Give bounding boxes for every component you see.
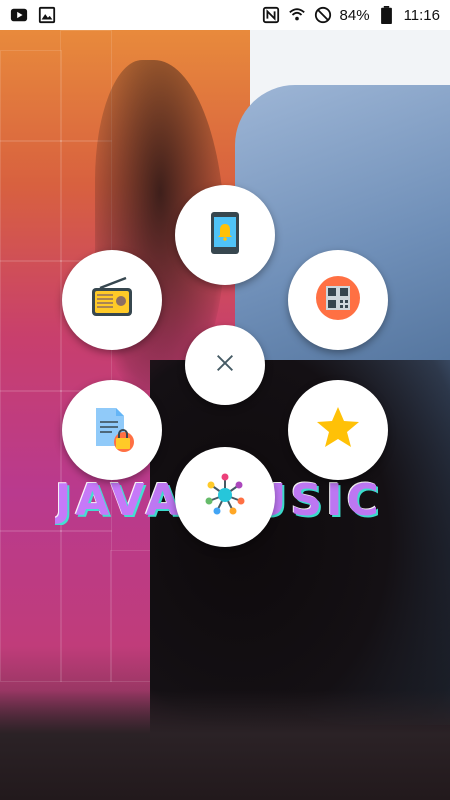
- qr-code-icon: [314, 274, 362, 327]
- radio-button[interactable]: [62, 250, 162, 350]
- network-hub-icon: [201, 471, 249, 524]
- locked-document-icon: [88, 404, 136, 457]
- image-icon: [38, 6, 56, 24]
- phone-notification-icon: [201, 209, 249, 262]
- nfc-icon: [262, 6, 280, 24]
- qr-code-button[interactable]: [288, 250, 388, 350]
- locked-document-button[interactable]: [62, 380, 162, 480]
- network-hub-button[interactable]: [175, 447, 275, 547]
- do-not-disturb-icon: [314, 6, 332, 24]
- phone-notification-button[interactable]: [175, 185, 275, 285]
- star-icon: [314, 404, 362, 457]
- favorite-button[interactable]: [288, 380, 388, 480]
- status-bar: 84% 11:16: [0, 0, 450, 30]
- ground-shadow: [0, 690, 450, 800]
- close-icon: [214, 352, 236, 379]
- wifi-icon: [288, 6, 306, 24]
- battery-percent: 84%: [339, 6, 370, 24]
- close-menu-button[interactable]: [185, 325, 265, 405]
- battery-icon: [378, 6, 396, 24]
- clock: 11:16: [403, 6, 440, 24]
- radio-icon: [88, 274, 136, 327]
- youtube-icon: [10, 6, 28, 24]
